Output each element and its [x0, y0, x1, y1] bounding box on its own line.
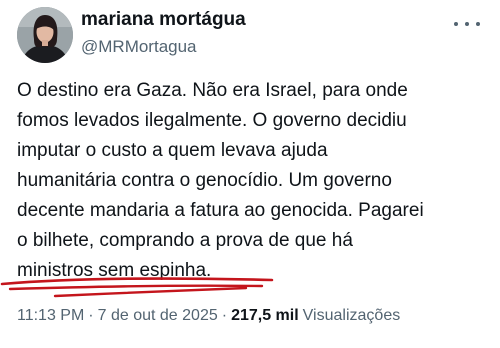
more-options-button[interactable] [454, 14, 480, 34]
tweet-time[interactable]: 11:13 PM [17, 307, 84, 324]
tweet-date[interactable]: 7 de out de 2025 [98, 307, 218, 324]
author-info: mariana mortágua @MRMortagua [81, 8, 246, 58]
tweet-text-line: decente mandaria a fatura ao genocida. P… [17, 200, 424, 221]
tweet-text-line: fomos levados ilegalmente. O governo dec… [17, 110, 407, 131]
more-horizontal-icon [454, 22, 458, 26]
author-handle[interactable]: @MRMortagua [81, 36, 246, 58]
tweet-text-line: o bilhete, comprando a prova de que há [17, 230, 353, 251]
meta-separator: · [88, 307, 94, 324]
author-display-name[interactable]: mariana mortágua [81, 8, 246, 32]
tweet-meta: 11:13 PM · 7 de out de 2025 · 217,5 mil Visua… [17, 305, 400, 327]
meta-separator: · [221, 307, 228, 324]
avatar[interactable] [17, 7, 73, 63]
handdrawn-red-underline [0, 277, 274, 298]
tweet-card: mariana mortágua @MRMortagua O destino e… [0, 0, 500, 348]
tweet-text: O destino era Gaza. Não era Israel, para… [17, 76, 487, 286]
tweet-text-line: O destino era Gaza. Não era Israel, para… [17, 80, 408, 101]
avatar-photo [17, 7, 73, 63]
views-label: Visualizações [302, 307, 401, 324]
more-horizontal-icon-dot [465, 22, 469, 26]
tweet-text-line: humanitária contra o genocídio. Um gover… [17, 170, 392, 191]
more-horizontal-icon-dot [476, 22, 480, 26]
tweet-text-line: imputar o custo a quem levava ajuda [17, 140, 328, 161]
views-count: 217,5 mil [231, 307, 299, 324]
